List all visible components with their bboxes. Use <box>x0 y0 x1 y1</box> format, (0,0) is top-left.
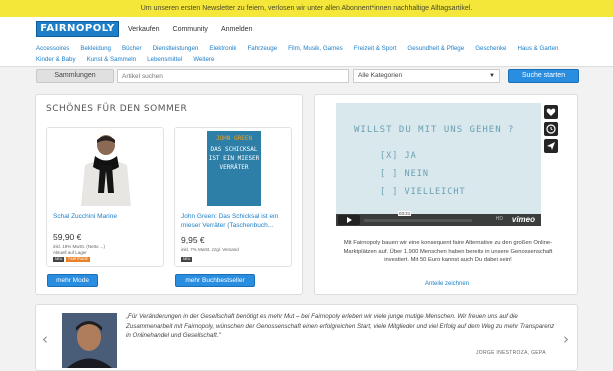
video-question: WILLST DU MIT UNS GEHEN ? <box>354 125 515 135</box>
product-vat: inkl. 7% MwSt. zzgl. Versand <box>181 247 239 252</box>
testimonial-avatar <box>62 313 117 368</box>
featured-panel: SCHÖNES FÜR DEN SOMMER Schal Zucchini Ma… <box>35 94 303 295</box>
category-select-value: Alle Kategorien <box>358 72 403 79</box>
search-button[interactable]: Suche starten <box>508 69 579 83</box>
video-controls: 03:21 HD vimeo <box>336 211 541 226</box>
category-link[interactable]: Kinder & Baby <box>36 56 76 63</box>
tag-neu: NEU <box>53 257 65 262</box>
category-link[interactable]: Elektronik <box>209 45 236 52</box>
watch-later-button[interactable] <box>544 122 558 136</box>
category-link[interactable]: Freizeit & Sport <box>354 45 397 52</box>
collections-button[interactable]: Sammlungen <box>36 69 114 83</box>
video-description: Mit Fairnopoly bauen wir eine konsequent… <box>343 240 553 263</box>
product-price: 59,90 € <box>53 232 82 242</box>
video-option: [ ] VIELLEICHT <box>380 187 466 197</box>
tag-fairtrade: FAIRTRADE <box>66 257 90 262</box>
share-button[interactable] <box>544 139 558 153</box>
product-card[interactable]: JOHN GREEN DAS SCHICKSAL IST EIN MIESER … <box>174 127 292 267</box>
svg-text:DAS SCHICKSAL: DAS SCHICKSAL <box>211 146 258 153</box>
more-bestseller-button[interactable]: mehr Buchbestseller <box>175 274 255 287</box>
product-image-scarf[interactable] <box>67 131 145 206</box>
video-timecode: 03:21 <box>398 211 412 216</box>
category-link[interactable]: Bekleidung <box>80 45 111 52</box>
site-header: FAIRNOPOLY Verkaufen Community Anmelden … <box>0 17 613 67</box>
like-button[interactable] <box>544 105 558 119</box>
nav-verkaufen[interactable]: Verkaufen <box>128 26 160 33</box>
category-row-2: Kinder & Baby Kunst & Sammeln Lebensmitt… <box>36 56 225 63</box>
category-link[interactable]: Kunst & Sammeln <box>87 56 137 63</box>
video-side-actions <box>544 105 558 153</box>
heart-icon <box>546 108 556 116</box>
video-player[interactable]: WILLST DU MIT UNS GEHEN ? [X] JA [ ] NEI… <box>336 103 541 226</box>
fairnopoly-logo[interactable]: FAIRNOPOLY <box>36 21 119 37</box>
more-fashion-button[interactable]: mehr Mode <box>47 274 98 287</box>
category-select[interactable]: Alle Kategorien ▼ <box>353 69 500 83</box>
svg-text:JOHN GREEN: JOHN GREEN <box>216 135 253 142</box>
nav-anmelden[interactable]: Anmelden <box>221 26 253 33</box>
category-link[interactable]: Fahrzeuge <box>248 45 278 52</box>
search-input[interactable] <box>117 69 349 83</box>
video-progress-bar[interactable]: 03:21 <box>364 211 472 222</box>
shares-link[interactable]: Anteile zeichnen <box>315 281 579 287</box>
nav-community[interactable]: Community <box>173 26 208 33</box>
play-button[interactable] <box>338 215 360 225</box>
section-title: SCHÖNES FÜR DEN SOMMER <box>46 104 188 114</box>
testimonial-quote: „Für Veränderungen in der Gesellschaft b… <box>126 313 555 339</box>
video-option: [X] JA <box>380 151 417 161</box>
play-icon <box>347 217 352 223</box>
category-link[interactable]: Dienstleistungen <box>153 45 199 52</box>
chevron-down-icon: ▼ <box>489 73 495 79</box>
video-option: [ ] NEIN <box>380 169 429 179</box>
tag-neu: NEU <box>181 257 193 262</box>
search-bar: Sammlungen Alle Kategorien ▼ Suche start… <box>0 67 613 87</box>
category-link[interactable]: Gesundheit & Pflege <box>407 45 464 52</box>
vimeo-logo[interactable]: vimeo <box>512 215 535 224</box>
svg-text:VERRÄTER: VERRÄTER <box>220 164 249 171</box>
product-card[interactable]: Schal Zucchini Marine 59,90 € inkl. 19% … <box>46 127 164 267</box>
send-icon <box>547 142 555 150</box>
category-link[interactable]: Accessoires <box>36 45 69 52</box>
product-tags: NEU <box>181 257 193 262</box>
product-title[interactable]: John Green: Das Schicksal ist ein mieser… <box>181 212 289 230</box>
category-link[interactable]: Haus & Garten <box>518 45 559 52</box>
video-panel: WILLST DU MIT UNS GEHEN ? [X] JA [ ] NEI… <box>314 94 578 295</box>
product-vat: inkl. 19% MwSt. (Netto ...) <box>53 244 106 249</box>
testimonial-author: JORGE INESTROZA, GEPA <box>476 350 546 356</box>
chevron-left-icon[interactable]: ‹ <box>42 330 48 348</box>
category-link[interactable]: Lebensmittel <box>147 56 182 63</box>
category-link[interactable]: Weitere <box>193 56 214 63</box>
top-nav: Verkaufen Community Anmelden <box>128 26 252 33</box>
newsletter-banner[interactable]: Um unseren ersten Newsletter zu feiern, … <box>0 0 613 17</box>
chevron-right-icon[interactable]: › <box>563 330 569 348</box>
clock-icon <box>546 124 556 134</box>
product-image-book[interactable]: JOHN GREEN DAS SCHICKSAL IST EIN MIESER … <box>195 131 273 206</box>
product-availability: Aktuell auf Lager <box>53 250 87 255</box>
product-price: 9,95 € <box>181 235 205 245</box>
category-link[interactable]: Bücher <box>122 45 142 52</box>
svg-text:IST EIN MIESER: IST EIN MIESER <box>209 155 260 162</box>
category-link[interactable]: Film, Musik, Games <box>288 45 343 52</box>
testimonial-slider: ‹ „Für Veränderungen in der Gesellschaft… <box>35 304 578 371</box>
product-tags: NEU FAIRTRADE <box>53 257 90 262</box>
category-link[interactable]: Geschenke <box>475 45 506 52</box>
category-row-1: Accessoires Bekleidung Bücher Dienstleis… <box>36 45 569 52</box>
product-title[interactable]: Schal Zucchini Marine <box>53 212 161 221</box>
hd-toggle[interactable]: HD <box>496 216 503 222</box>
